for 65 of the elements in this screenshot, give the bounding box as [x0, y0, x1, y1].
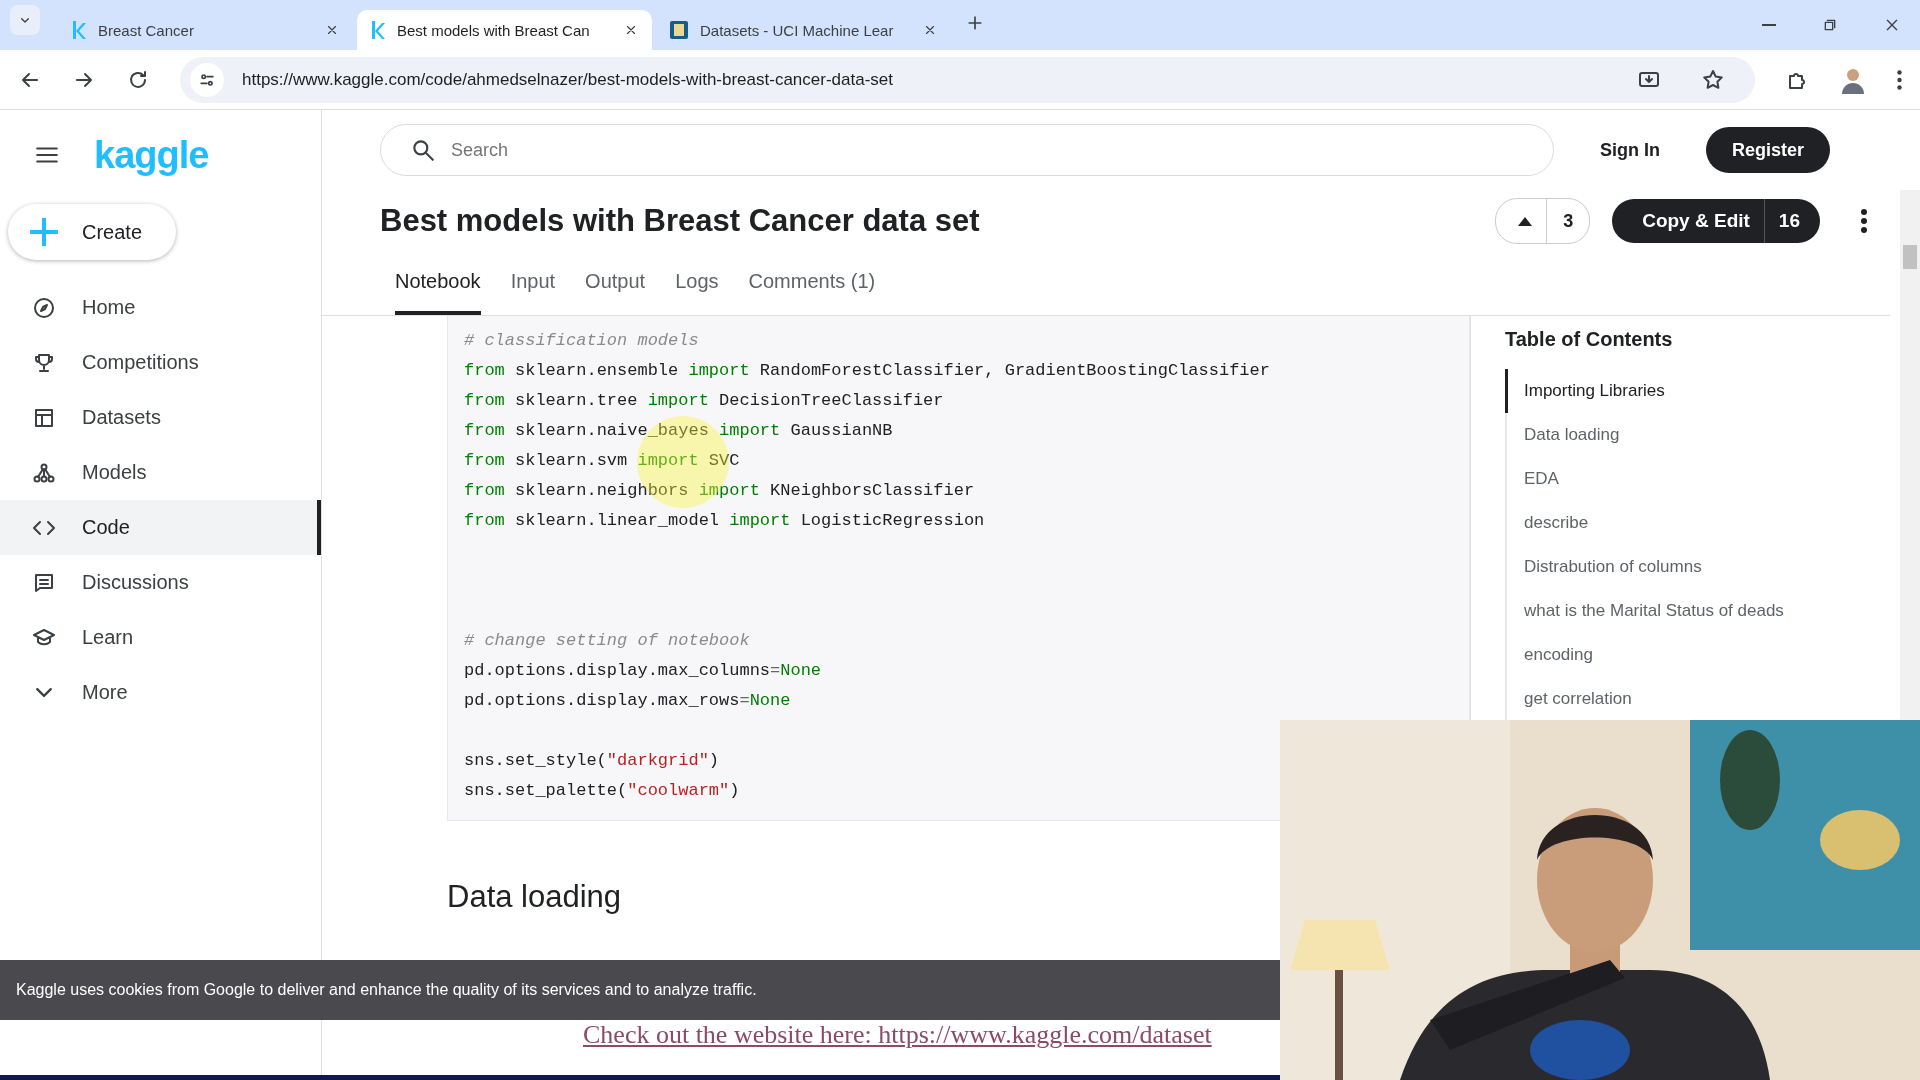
sidebar-item[interactable]: Code [0, 500, 321, 555]
scrollbar-thumb[interactable] [1903, 245, 1917, 269]
toc-link[interactable]: EDA [1505, 457, 1559, 501]
notebook-tab[interactable]: Input [510, 252, 556, 315]
notebook-title: Best models with Breast Cancer data set [380, 203, 981, 239]
sign-in-link[interactable]: Sign In [1593, 138, 1666, 162]
toc-link[interactable]: Data loading [1505, 413, 1620, 457]
compass-icon [32, 295, 56, 320]
notebook-tab[interactable]: Logs [675, 252, 719, 315]
kaggle-icon [72, 21, 86, 39]
caption-link[interactable]: Check out the website here: https://www.kaggle.com/dataset [583, 1020, 1280, 1050]
code-line: pd.options.display.max_rows=None [464, 690, 792, 712]
book-icon [670, 21, 688, 39]
sidebar-item[interactable]: Learn [0, 610, 321, 665]
notebook-tab[interactable]: Comments (1) [748, 252, 876, 315]
code-line: sns.set_palette("coolwarm") [464, 780, 741, 802]
address-bar[interactable]: https://www.kaggle.com/code/ahmedselnazer/best-models-with-breast-cancer-data-set [180, 56, 1755, 103]
close-icon [325, 23, 339, 37]
toc-link[interactable]: Importing Libraries [1505, 369, 1665, 413]
code-line: pd.options.display.max_columns=None [464, 660, 823, 682]
restore-icon [1822, 17, 1838, 33]
notebook-tab[interactable]: Output [585, 252, 646, 315]
code-line: from sklearn.naive_bayes import GaussianNB [464, 420, 894, 442]
browser-tab[interactable]: Best models with Breast Can [357, 10, 652, 50]
upvote-button[interactable]: 3 [1495, 198, 1591, 244]
toc-link[interactable]: describe [1505, 501, 1589, 545]
kaggle-icon [371, 21, 385, 39]
search-field[interactable]: Search [380, 124, 1554, 176]
close-icon [624, 23, 638, 37]
code-line: from sklearn.ensemble import RandomForestClassifier, GradientBoostingClassifier [464, 360, 1271, 382]
caret-up-icon [1518, 216, 1533, 226]
close-icon [923, 23, 937, 37]
more-icon[interactable] [1897, 69, 1902, 90]
sidebar-item[interactable]: More [0, 665, 321, 720]
sidebar-item[interactable]: Datasets [0, 390, 321, 445]
tab-list-button[interactable] [10, 5, 40, 35]
browser-tab[interactable]: Datasets - UCI Machine Lear [656, 10, 951, 50]
close-icon [1884, 17, 1900, 33]
chevron-down-icon [36, 688, 52, 697]
sidebar-item[interactable]: Discussions [0, 555, 321, 610]
sidebar-item[interactable]: Models [0, 445, 321, 500]
section-heading: Data loading [447, 879, 623, 915]
create-button[interactable]: Create [8, 204, 176, 260]
browser-tab[interactable]: Breast Cancer [58, 10, 353, 50]
plus-icon [28, 216, 60, 248]
scrollbar[interactable] [1900, 190, 1920, 720]
code-line: # change setting of notebook [464, 630, 751, 652]
more-icon[interactable] [1860, 208, 1868, 234]
url-text: https://www.kaggle.com/code/ahmedselnazer/best-models-with-breast-cancer-data-set [242, 69, 893, 90]
sidebar-item[interactable]: Competitions [0, 335, 321, 390]
sidebar-item[interactable]: Home [0, 280, 321, 335]
copy-edit-button[interactable]: Copy & Edit 16 [1612, 199, 1820, 243]
code-line: from sklearn.linear_model import LogisticRegression [464, 510, 986, 532]
star-icon [1701, 67, 1725, 92]
cookie-text: Kaggle uses cookies from Google to deliver and enhance the quality of its services and to analyze traffic. [16, 981, 757, 999]
register-button[interactable]: Register [1705, 127, 1830, 173]
toc-link[interactable]: encoding [1505, 633, 1593, 677]
code-line: sns.set_style("darkgrid") [464, 750, 721, 772]
toc-link[interactable]: Distrabution of columns [1505, 545, 1702, 589]
code-line: from sklearn.tree import DecisionTreeClassifier [464, 390, 945, 412]
code-line: # classification models [464, 330, 700, 352]
toc-link[interactable]: what is the Marital Status of deads [1505, 589, 1784, 633]
toc-title: Table of Contents [1505, 328, 1674, 351]
code-line: from sklearn.neighbors import KNeighborsClassifier [464, 480, 976, 502]
toc-link[interactable]: get correlation [1505, 677, 1632, 721]
